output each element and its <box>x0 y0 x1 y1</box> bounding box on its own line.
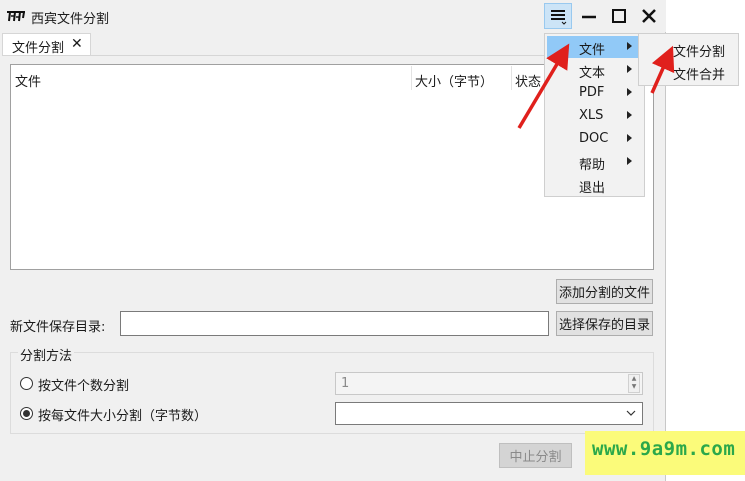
column-divider[interactable] <box>511 66 512 90</box>
tab-file-split[interactable]: 文件分割 ✕ <box>2 33 91 56</box>
watermark-text: www.9a9m.com <box>592 438 736 460</box>
stop-split-button[interactable]: 中止分割 <box>499 443 572 468</box>
radio-by-size-label[interactable]: 按每文件大小分割（字节数） <box>38 405 207 424</box>
column-header-size[interactable]: 大小（字节） <box>415 71 493 90</box>
chevron-down-icon <box>626 410 636 416</box>
minimize-button[interactable] <box>575 3 603 29</box>
stepper-arrows-icon[interactable]: ▲ ▼ <box>628 374 640 393</box>
close-icon <box>642 9 656 23</box>
menu-item-text[interactable]: 文本 <box>547 59 641 81</box>
tab-label: 文件分割 <box>12 41 65 56</box>
file-count-value: 1 <box>341 376 350 391</box>
radio-by-count[interactable] <box>20 377 33 390</box>
app-logo-icon <box>7 11 25 22</box>
watermark: www.9a9m.com <box>585 431 745 475</box>
choose-dir-button[interactable]: 选择保存的目录 <box>556 311 653 336</box>
column-header-status[interactable]: 状态 <box>515 71 541 90</box>
radio-by-size[interactable] <box>20 407 33 420</box>
menu-item-label: 帮助 <box>579 158 606 173</box>
menu-item-exit[interactable]: 退出 <box>547 174 641 196</box>
minimize-icon <box>582 15 596 19</box>
maximize-button[interactable] <box>605 3 633 29</box>
menu-item-file[interactable]: 文件 <box>547 36 641 58</box>
main-menu-button[interactable] <box>544 3 572 29</box>
menu-item-label: 文件 <box>579 43 606 58</box>
submenu-arrow-icon <box>627 42 632 50</box>
submenu-arrow-icon <box>627 157 632 165</box>
title-bar: 西宾文件分割 <box>0 0 666 32</box>
submenu-item-file-split[interactable]: 文件分割 <box>673 41 725 60</box>
column-divider[interactable] <box>411 66 412 90</box>
save-dir-label: 新文件保存目录: <box>10 320 106 335</box>
column-header-file[interactable]: 文件 <box>15 71 41 90</box>
submenu-arrow-icon <box>627 65 632 73</box>
add-files-button[interactable]: 添加分割的文件 <box>556 279 653 304</box>
main-menu-dropdown: 文件 文本 PDF XLS DOC 帮助 退出 <box>544 33 645 197</box>
menu-item-doc[interactable]: DOC <box>547 128 641 150</box>
submenu-arrow-icon <box>627 88 632 96</box>
window-title: 西宾文件分割 <box>31 12 110 27</box>
submenu-arrow-icon <box>627 111 632 119</box>
menu-item-label: XLS <box>579 108 604 123</box>
menu-item-label: DOC <box>579 131 609 146</box>
submenu-item-file-merge[interactable]: 文件合并 <box>673 64 725 83</box>
radio-by-count-label[interactable]: 按文件个数分割 <box>38 375 129 394</box>
maximize-icon <box>612 9 626 23</box>
menu-item-help[interactable]: 帮助 <box>547 151 641 173</box>
close-button[interactable] <box>635 3 663 29</box>
menu-item-xls[interactable]: XLS <box>547 105 641 127</box>
save-dir-input[interactable] <box>120 311 549 336</box>
file-submenu: 文件分割 文件合并 <box>638 33 739 86</box>
hamburger-menu-icon <box>551 10 567 25</box>
menu-item-label: PDF <box>579 85 605 100</box>
tab-close-icon[interactable]: ✕ <box>71 36 83 52</box>
menu-item-pdf[interactable]: PDF <box>547 82 641 104</box>
file-count-stepper[interactable]: 1 ▲ ▼ <box>335 372 643 395</box>
submenu-arrow-icon <box>627 134 632 142</box>
menu-item-label: 退出 <box>579 181 606 196</box>
menu-item-label: 文本 <box>579 66 606 81</box>
split-method-title: 分割方法 <box>18 345 75 364</box>
file-size-select[interactable] <box>335 402 643 425</box>
